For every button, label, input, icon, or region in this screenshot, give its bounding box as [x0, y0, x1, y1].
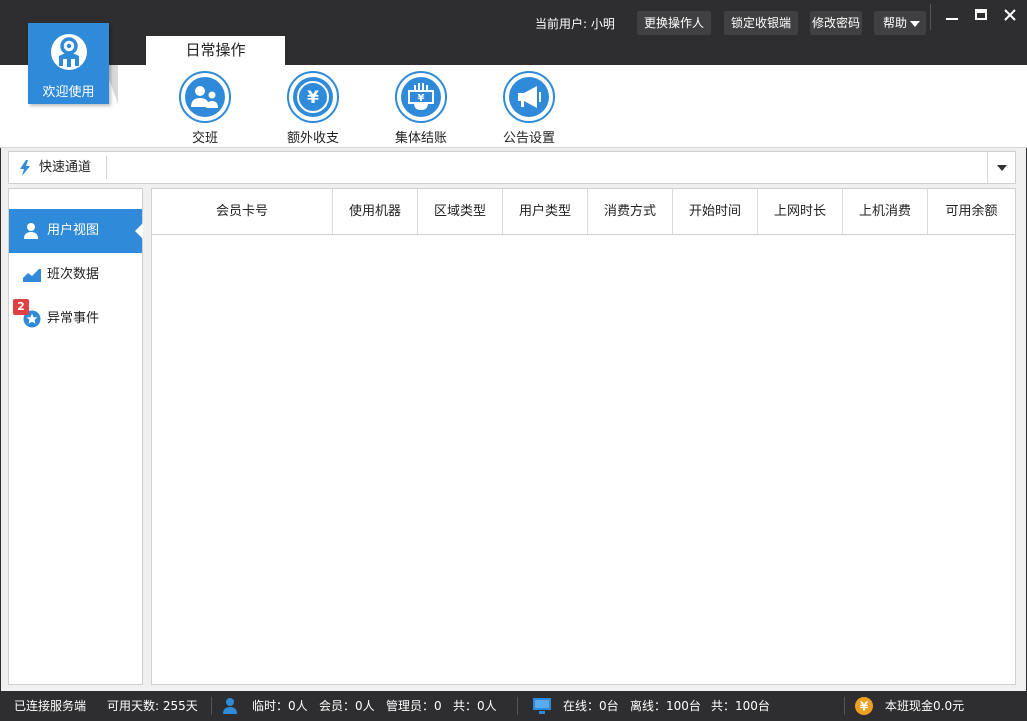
logo-label: 欢迎使用: [42, 85, 95, 100]
column-header[interactable]: 消费方式: [588, 189, 673, 234]
maximize-icon[interactable]: [971, 5, 991, 25]
divider: [930, 4, 931, 30]
column-header[interactable]: 上机消费: [843, 189, 928, 234]
notification-badge: 2: [13, 299, 29, 315]
megaphone-icon: [503, 71, 555, 123]
table-header: 会员卡号 使用机器 区域类型 用户类型 消费方式 开始时间 上网时长 上机消费 …: [152, 189, 1015, 235]
svg-text:¥: ¥: [418, 93, 425, 104]
lightning-icon: [20, 160, 30, 176]
connection-status: 已连接服务端: [14, 699, 87, 713]
current-user-label: 当前用户: 小明: [535, 17, 615, 31]
toolbar: 交班 ¥ 额外收支 ¥ 集体结账 公告设置: [0, 65, 1027, 148]
column-header[interactable]: 会员卡号: [152, 189, 333, 234]
handover-button[interactable]: 交班: [165, 71, 245, 146]
quick-channel-input[interactable]: [109, 152, 987, 183]
divider: [517, 697, 518, 715]
announcement-settings-button[interactable]: 公告设置: [489, 71, 569, 146]
change-password-button[interactable]: 修改密码: [810, 11, 862, 35]
user-icon: [223, 698, 237, 714]
monitor-icon: [533, 698, 551, 714]
minimize-icon[interactable]: [942, 5, 962, 25]
announcement-settings-label: 公告设置: [502, 131, 555, 146]
member-count: 会员：0人: [319, 699, 375, 713]
quick-channel-label: 快速通道: [39, 160, 92, 175]
group-checkout-icon: ¥: [395, 71, 447, 123]
title-bar: 当前用户: 小明 更换操作人 锁定收银端 修改密码 帮助 日常操作: [0, 0, 1027, 65]
column-header[interactable]: 开始时间: [673, 189, 758, 234]
offline-machines: 离线：100台: [630, 699, 701, 713]
column-header[interactable]: 上网时长: [758, 189, 843, 234]
column-header[interactable]: 区域类型: [418, 189, 503, 234]
table-body[interactable]: [152, 235, 1015, 684]
column-header[interactable]: 可用余额: [928, 189, 1015, 234]
lock-terminal-button[interactable]: 锁定收银端: [724, 11, 798, 35]
change-operator-button[interactable]: 更换操作人: [637, 11, 711, 35]
user-table: 会员卡号 使用机器 区域类型 用户类型 消费方式 开始时间 上网时长 上机消费 …: [151, 188, 1016, 685]
divider: [211, 697, 212, 715]
divider: [106, 156, 107, 179]
shift-cash: 本班现金0.0元: [885, 699, 965, 713]
status-bar: 已连接服务端 可用天数: 255天 临时：0人 会员：0人 管理员：0 共：0人…: [0, 691, 1027, 721]
svg-text:¥: ¥: [307, 88, 319, 108]
group-checkout-button[interactable]: ¥ 集体结账: [381, 71, 461, 146]
chevron-down-icon: [997, 165, 1007, 171]
sidebar-item-label: 班次数据: [47, 267, 100, 282]
tab-daily-operations[interactable]: 日常操作: [146, 36, 285, 65]
available-days: 可用天数: 255天: [107, 699, 198, 713]
help-label: 帮助: [883, 16, 908, 30]
extra-income-expense-label: 额外收支: [286, 131, 339, 146]
extra-income-expense-button[interactable]: ¥ 额外收支: [273, 71, 353, 146]
chevron-down-icon: [910, 21, 920, 27]
close-icon[interactable]: [1000, 5, 1020, 25]
sidebar-item-abnormal-events[interactable]: 2 异常事件: [9, 297, 142, 341]
handover-icon: [179, 71, 231, 123]
quick-channel-bar: 快速通道: [8, 151, 1016, 184]
coin-icon: ¥: [855, 697, 873, 715]
column-header[interactable]: 用户类型: [503, 189, 588, 234]
yen-coin-icon: ¥: [287, 71, 339, 123]
sidebar-item-user-view[interactable]: 用户视图: [9, 209, 143, 253]
sidebar: 用户视图 班次数据 2 异常事件: [8, 188, 143, 685]
svg-text:¥: ¥: [860, 700, 869, 714]
column-header[interactable]: 使用机器: [333, 189, 418, 234]
quick-channel-dropdown[interactable]: [987, 152, 1015, 183]
online-machines: 在线：0台: [563, 699, 619, 713]
handover-label: 交班: [191, 131, 218, 146]
logo-emblem-icon: [51, 34, 87, 70]
logo[interactable]: 欢迎使用: [28, 23, 109, 104]
admin-count: 管理员：0: [386, 699, 442, 713]
group-checkout-label: 集体结账: [394, 131, 447, 146]
user-icon: [24, 223, 38, 239]
divider: [844, 697, 845, 715]
temp-users-count: 临时：0人: [252, 699, 308, 713]
sidebar-item-label: 用户视图: [47, 223, 100, 238]
help-button[interactable]: 帮助: [874, 11, 926, 35]
sidebar-item-label: 异常事件: [47, 311, 100, 326]
chart-icon: [23, 269, 41, 282]
sidebar-item-shift-data[interactable]: 班次数据: [9, 253, 142, 297]
total-machines: 共：100台: [711, 699, 770, 713]
total-people-count: 共：0人: [453, 699, 497, 713]
